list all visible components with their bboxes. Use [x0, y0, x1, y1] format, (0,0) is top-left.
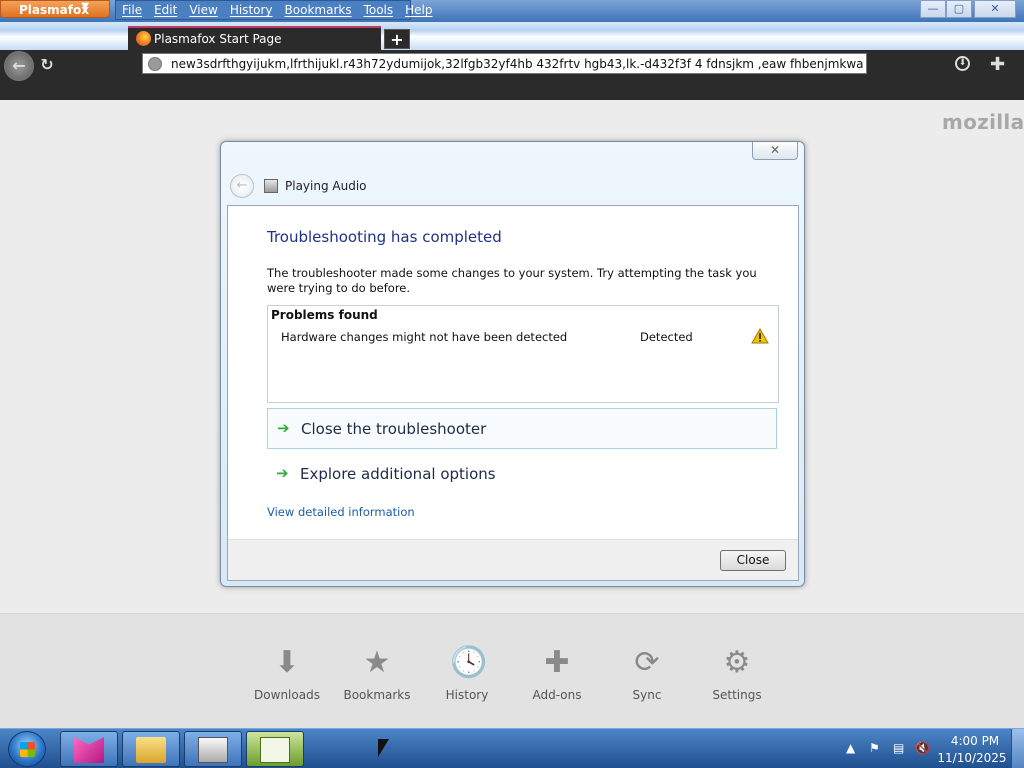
dialog-title: Playing Audio: [285, 179, 367, 193]
mouse-cursor-icon: [378, 739, 389, 757]
explore-options-command[interactable]: ➔ Explore additional options: [267, 454, 777, 495]
action-center-flag-icon[interactable]: ⚑: [869, 741, 880, 755]
plasmafox-logo-icon: [74, 737, 104, 763]
addons-icon[interactable]: ✚: [990, 54, 1010, 75]
launcher-sync[interactable]: ⟳ Sync: [607, 646, 687, 706]
taskbar-troubleshooter[interactable]: [184, 731, 242, 767]
url-input[interactable]: new3sdrfthgyijukm,lfrthijukl.r43h72ydumi…: [171, 57, 863, 71]
sync-icon: ⟳: [634, 645, 660, 680]
launcher-label: Sync: [632, 688, 662, 702]
problem-text: Hardware changes might not have been det…: [281, 330, 568, 344]
clock-date[interactable]: 11/10/2025: [937, 751, 1007, 765]
download-icon: ⬇: [274, 645, 300, 680]
launcher-label: Downloads: [254, 688, 320, 702]
url-bar[interactable]: new3sdrfthgyijukm,lfrthijukl.r43h72ydumi…: [142, 53, 867, 74]
problem-row[interactable]: Hardware changes might not have been det…: [268, 328, 778, 348]
menu-edit[interactable]: Edit: [148, 3, 183, 17]
close-button[interactable]: Close: [720, 550, 786, 571]
green-arrow-icon: ➔: [276, 464, 289, 482]
start-button[interactable]: [8, 731, 46, 767]
chevron-down-icon: ▼: [81, 1, 89, 12]
window-titlebar: Plasmafox ▼ File Edit View History Bookm…: [0, 0, 1024, 22]
app-menu-label: Plasmafox: [19, 3, 89, 17]
volume-muted-icon[interactable]: 🔇: [915, 741, 930, 755]
menu-bookmarks[interactable]: Bookmarks: [279, 3, 358, 17]
back-arrow-icon[interactable]: ←: [230, 174, 254, 198]
network-icon[interactable]: ▤: [893, 741, 904, 755]
problems-header: Problems found: [271, 308, 378, 322]
app-menu-button[interactable]: Plasmafox ▼: [0, 0, 110, 18]
command-label: Close the troubleshooter: [301, 420, 487, 438]
launcher-label: History: [445, 688, 489, 702]
close-troubleshooter-command[interactable]: ➔ Close the troubleshooter: [267, 408, 777, 449]
back-button[interactable]: ←: [4, 51, 34, 81]
dialog-description: The troubleshooter made some changes to …: [267, 266, 757, 295]
menu-tools[interactable]: Tools: [358, 3, 400, 17]
navigation-bar: ← ↻ new3sdrfthgyijukm,lfrthijukl.r43h72y…: [0, 50, 1024, 100]
menu-history[interactable]: History: [224, 3, 279, 17]
menu-view[interactable]: View: [183, 3, 223, 17]
dialog-close-icon[interactable]: ✕: [752, 142, 798, 160]
menu-help[interactable]: Help: [399, 3, 438, 17]
dialog-heading: Troubleshooting has completed: [267, 228, 502, 246]
launcher-addons[interactable]: ✚ Add-ons: [517, 646, 597, 706]
speaker-icon: [264, 179, 278, 193]
mozilla-wordmark: mozilla: [942, 110, 1024, 134]
gear-icon: ⚙: [723, 645, 751, 680]
tab-start-page[interactable]: Plasmafox Start Page: [128, 26, 381, 50]
dialog-footer: Close: [228, 539, 798, 580]
globe-icon: [148, 57, 162, 71]
view-details-link[interactable]: View detailed information: [267, 505, 415, 519]
launcher-bar: ⬇ Downloads ★ Bookmarks 🕓 History ✚ Add-…: [0, 613, 1024, 728]
folder-icon: [136, 737, 166, 763]
chart-pencil-icon: [260, 737, 290, 763]
taskbar-explorer[interactable]: [122, 731, 180, 767]
star-icon: ★: [363, 645, 391, 680]
menu-bar: File Edit View History Bookmarks Tools H…: [115, 0, 433, 20]
taskbar-plasmafox[interactable]: [60, 731, 118, 767]
launcher-label: Bookmarks: [343, 688, 411, 702]
launcher-label: Add-ons: [532, 688, 582, 702]
system-tray: ▲ ⚑ ▤ 🔇 4:00 PM 11/10/2025: [845, 729, 1024, 768]
clock-time[interactable]: 4:00 PM: [945, 734, 1005, 748]
command-label: Explore additional options: [300, 465, 496, 483]
puzzle-icon: ✚: [544, 645, 570, 680]
problem-status: Detected: [640, 330, 693, 344]
problems-list: Problems found Hardware changes might no…: [267, 305, 779, 403]
taskbar-editor[interactable]: [246, 731, 304, 767]
clock-icon: 🕓: [450, 645, 488, 680]
window-close-button[interactable]: ✕: [974, 0, 1016, 18]
plasmafox-logo-icon: [136, 31, 151, 46]
green-arrow-icon: ➔: [277, 419, 290, 437]
troubleshooter-dialog: ✕ ← Playing Audio Troubleshooting has co…: [220, 141, 805, 587]
tab-title: Plasmafox Start Page: [154, 32, 282, 46]
windows-logo-icon: [20, 742, 35, 757]
launcher-bookmarks[interactable]: ★ Bookmarks: [337, 646, 417, 706]
download-icon[interactable]: ⬇: [955, 56, 970, 71]
launcher-label: Settings: [712, 688, 762, 702]
warning-icon: [751, 328, 769, 344]
speaker-icon: [198, 737, 228, 763]
reload-button[interactable]: ↻: [37, 55, 57, 75]
menu-file[interactable]: File: [116, 3, 148, 17]
dialog-panel: Troubleshooting has completed The troubl…: [227, 205, 799, 581]
show-desktop-button[interactable]: [1011, 729, 1024, 768]
minimize-button[interactable]: —: [920, 0, 946, 18]
launcher-history[interactable]: 🕓 History: [427, 646, 507, 706]
launcher-downloads[interactable]: ⬇ Downloads: [247, 646, 327, 706]
launcher-settings[interactable]: ⚙ Settings: [697, 646, 777, 706]
tray-expand-icon[interactable]: ▲: [846, 741, 855, 755]
maximize-button[interactable]: ▢: [946, 0, 972, 18]
taskbar: ▲ ⚑ ▤ 🔇 4:00 PM 11/10/2025: [0, 728, 1024, 768]
new-tab-button[interactable]: +: [384, 29, 410, 49]
